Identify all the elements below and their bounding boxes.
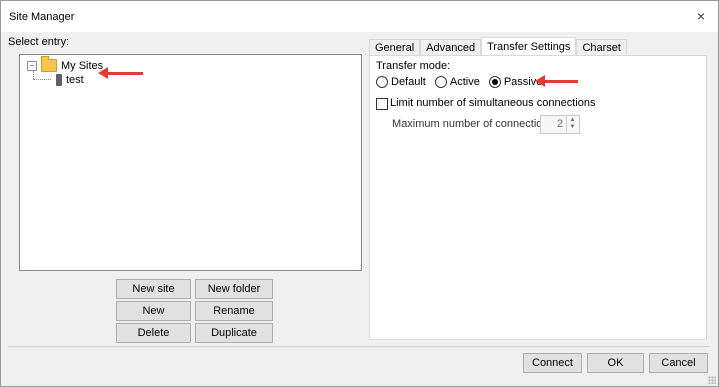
radio-default-label[interactable]: Default (391, 76, 426, 88)
max-connections-stepper[interactable]: 2 ▲ ▼ (540, 115, 580, 134)
window-title: Site Manager (9, 11, 75, 23)
tree-node-my-sites[interactable]: − My Sites (27, 56, 104, 72)
radio-passive[interactable] (488, 76, 501, 88)
site-tree[interactable]: − My Sites test (19, 54, 362, 271)
close-icon[interactable]: × (690, 6, 712, 26)
limit-connections-label[interactable]: Limit number of simultaneous connections (390, 97, 595, 109)
radio-active-label[interactable]: Active (450, 76, 480, 88)
delete-button[interactable]: Delete (116, 323, 191, 343)
resize-grip-icon[interactable] (708, 376, 716, 384)
cancel-button[interactable]: Cancel (649, 353, 708, 373)
folder-icon (41, 56, 57, 72)
duplicate-button[interactable]: Duplicate (195, 323, 273, 343)
annotation-arrow-icon (98, 67, 143, 79)
tree-connector (33, 79, 51, 80)
max-connections-label: Maximum number of connections: (392, 118, 558, 130)
connect-button[interactable]: Connect (523, 353, 582, 373)
tree-node-test[interactable]: test (56, 74, 84, 86)
tab-bar: General Advanced Transfer Settings Chars… (369, 37, 627, 56)
collapse-icon[interactable]: − (27, 60, 37, 71)
tab-charset[interactable]: Charset (576, 39, 627, 56)
server-icon (56, 74, 62, 86)
tab-transfer-settings[interactable]: Transfer Settings (481, 37, 577, 56)
rename-button[interactable]: Rename (195, 301, 273, 321)
title-bar: Site Manager × (1, 1, 718, 32)
new-bookmark-button[interactable]: New Bookmark (116, 301, 191, 335)
transfer-mode-group: Default Active Passive (376, 76, 548, 88)
chevron-down-icon[interactable]: ▼ (567, 124, 578, 131)
tree-node-label: test (66, 74, 84, 86)
select-entry-label: Select entry: (8, 36, 70, 48)
footer-divider (8, 346, 709, 347)
tab-general[interactable]: General (369, 39, 421, 56)
radio-active[interactable] (434, 76, 447, 88)
annotation-arrow-icon (535, 75, 578, 87)
radio-default[interactable] (376, 76, 388, 88)
chevron-up-icon[interactable]: ▲ (567, 117, 578, 124)
limit-connections-checkbox[interactable] (376, 98, 388, 110)
tree-connector (33, 71, 34, 79)
spinner-arrows[interactable]: ▲ ▼ (566, 117, 578, 132)
max-connections-value[interactable]: 2 (557, 118, 563, 130)
transfer-mode-label: Transfer mode: (376, 60, 451, 72)
new-folder-button[interactable]: New folder (195, 279, 273, 299)
tree-node-label: My Sites (61, 59, 104, 72)
tab-advanced[interactable]: Advanced (420, 39, 482, 56)
ok-button[interactable]: OK (587, 353, 644, 373)
new-site-button[interactable]: New site (116, 279, 191, 299)
